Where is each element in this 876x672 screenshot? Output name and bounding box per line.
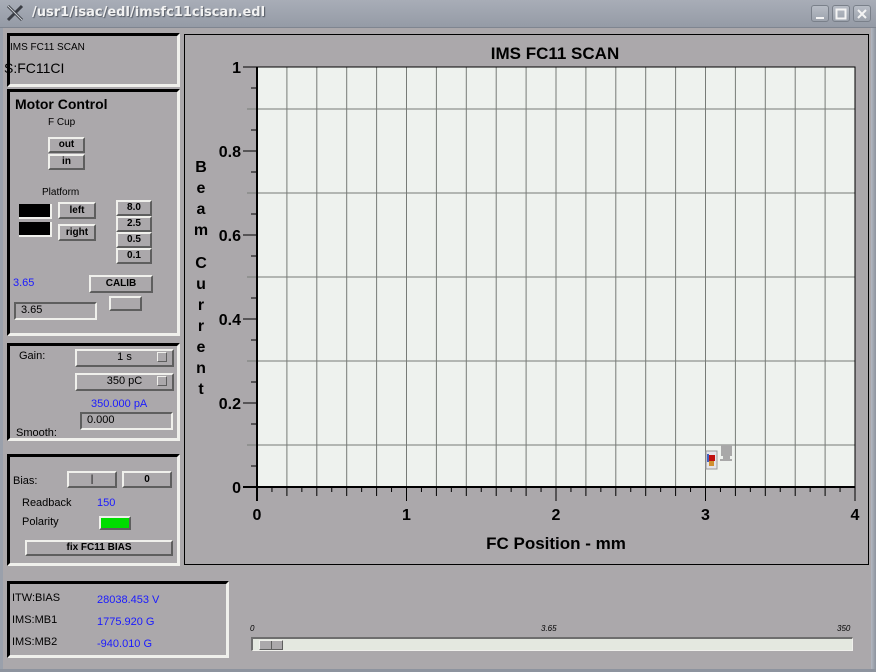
slider-value-label: 3.65 — [541, 624, 557, 633]
slider-min-label: 0 — [250, 624, 255, 633]
y-tick-label: 1 — [232, 60, 241, 77]
x-tick-label: 1 — [402, 507, 411, 524]
gain-label: Gain: — [19, 350, 46, 362]
minimize-button[interactable] — [811, 5, 829, 22]
polarity-indicator — [99, 516, 131, 530]
platform-right-button[interactable]: right — [58, 224, 96, 241]
polarity-label: Polarity — [22, 516, 59, 528]
x-tick-label: 3 — [701, 507, 710, 524]
minimize-icon — [816, 17, 824, 19]
slider-max-label: 350 — [837, 624, 851, 633]
x-tick-label: 4 — [851, 507, 860, 524]
pv-name: S:FC11CI — [4, 60, 65, 76]
bias-on-button[interactable]: | — [67, 471, 117, 488]
x-axis-label: FC Position - mm — [486, 534, 626, 553]
fcup-out-button[interactable]: out — [48, 137, 85, 153]
y-axis-label-letter: e — [197, 339, 206, 356]
maximize-icon — [835, 8, 847, 20]
platform-left-button[interactable]: left — [58, 202, 96, 219]
step-button-2-5[interactable]: 2.5 — [116, 216, 152, 232]
readback-label: Readback — [22, 497, 72, 509]
bias-panel: Bias: | 0 Readback 150 Polarity fix FC11… — [7, 454, 180, 566]
y-axis-label-letter: m — [194, 222, 208, 239]
window-title: /usr1/isac/edl/imsfc11ciscan.edl — [32, 5, 266, 20]
gain-range-menu[interactable]: 350 pC — [75, 373, 174, 391]
y-axis-label-letter: B — [195, 159, 207, 176]
y-tick-label: 0 — [232, 480, 241, 497]
status-label-ims-mb2: IMS:MB2 — [12, 636, 58, 648]
y-tick-label: 0.8 — [219, 144, 241, 161]
y-tick-label: 0.4 — [219, 312, 241, 329]
window-frame-left — [0, 28, 3, 672]
gain-time-value: 1 s — [117, 351, 132, 363]
scan-chart: IMS FC11 SCAN 0 0.2 0.4 0.6 0.8 1 0 1 2 3 4 FC Pos… — [184, 34, 869, 565]
gain-time-menu[interactable]: 1 s — [75, 349, 174, 367]
status-panel: ITW:BIAS 28038.453 V IMS:MB1 1775.920 G … — [7, 581, 229, 658]
position-readback: 3.65 — [13, 277, 35, 289]
fcup-label: F Cup — [48, 117, 76, 128]
y-tick-label: 0.2 — [219, 396, 241, 413]
position-slider[interactable] — [251, 637, 853, 651]
status-label-ims-mb1: IMS:MB1 — [12, 614, 58, 626]
y-axis-label-letter: e — [197, 180, 206, 197]
gain-range-value: 350 pC — [106, 375, 143, 387]
current-readback: 350.000 pA — [91, 398, 148, 410]
calib-status-button[interactable] — [109, 296, 142, 311]
smooth-input[interactable]: 0.000 — [80, 412, 173, 430]
y-axis-label-letter: t — [198, 381, 204, 398]
y-axis-label-letter: r — [198, 318, 204, 335]
bias-label: Bias: — [13, 475, 38, 487]
window-titlebar: /usr1/isac/edl/imsfc11ciscan.edl — [0, 0, 876, 28]
y-tick-label: 0.6 — [219, 228, 241, 245]
maximize-button[interactable] — [832, 5, 850, 22]
step-button-8-0[interactable]: 8.0 — [116, 200, 152, 216]
step-button-0-1[interactable]: 0.1 — [116, 248, 152, 264]
close-button[interactable] — [853, 5, 871, 22]
fix-fc11-bias-button[interactable]: fix FC11 BIAS — [25, 540, 173, 556]
y-axis-label-letter: a — [197, 201, 206, 218]
platform-label: Platform — [42, 187, 80, 198]
gain-panel: Gain: 1 s 350 pC 350.000 pA 0.000 Smooth… — [7, 343, 180, 441]
header-panel: IMS FC11 SCAN S:FC11CI — [4, 33, 180, 87]
left-limit-indicator — [19, 204, 52, 219]
menu-indicator-icon — [157, 376, 167, 386]
menu-indicator-icon — [157, 352, 167, 362]
motor-control-title: Motor Control — [15, 96, 108, 112]
bias-off-button[interactable]: 0 — [122, 471, 172, 488]
smooth-label: Smooth: — [16, 427, 57, 439]
fcup-in-button[interactable]: in — [48, 154, 85, 170]
close-icon — [857, 9, 867, 19]
status-value-ims-mb2: -940.010 G — [97, 638, 153, 650]
scan-cursor-icon — [705, 450, 718, 470]
step-button-0-5[interactable]: 0.5 — [116, 232, 152, 248]
motor-control-panel: Motor Control F Cup out in Platform left… — [7, 89, 180, 336]
y-axis-label-letter: C — [195, 255, 207, 272]
y-axis-label-letter: u — [196, 276, 206, 293]
status-value-itw-bias: 28038.453 V — [97, 594, 160, 606]
status-label-itw-bias: ITW:BIAS — [12, 592, 61, 604]
x-app-icon — [6, 4, 24, 22]
y-axis-label-letter: n — [196, 360, 206, 377]
position-input[interactable]: 3.65 — [14, 302, 97, 320]
scan-chart-svg: IMS FC11 SCAN 0 0.2 0.4 0.6 0.8 1 0 1 2 3 4 FC Pos… — [194, 44, 860, 553]
bias-readback-value: 150 — [97, 497, 116, 509]
x-tick-label: 0 — [253, 507, 262, 524]
y-axis-label-letter: r — [198, 297, 204, 314]
window-frame-right[interactable] — [871, 28, 876, 672]
right-limit-indicator — [19, 222, 52, 237]
status-value-ims-mb1: 1775.920 G — [97, 616, 155, 628]
header-title: IMS FC11 SCAN — [10, 42, 85, 53]
calib-button[interactable]: CALIB — [89, 275, 153, 293]
slider-thumb[interactable] — [259, 640, 283, 650]
chart-title: IMS FC11 SCAN — [491, 44, 619, 63]
x-tick-label: 2 — [552, 507, 561, 524]
